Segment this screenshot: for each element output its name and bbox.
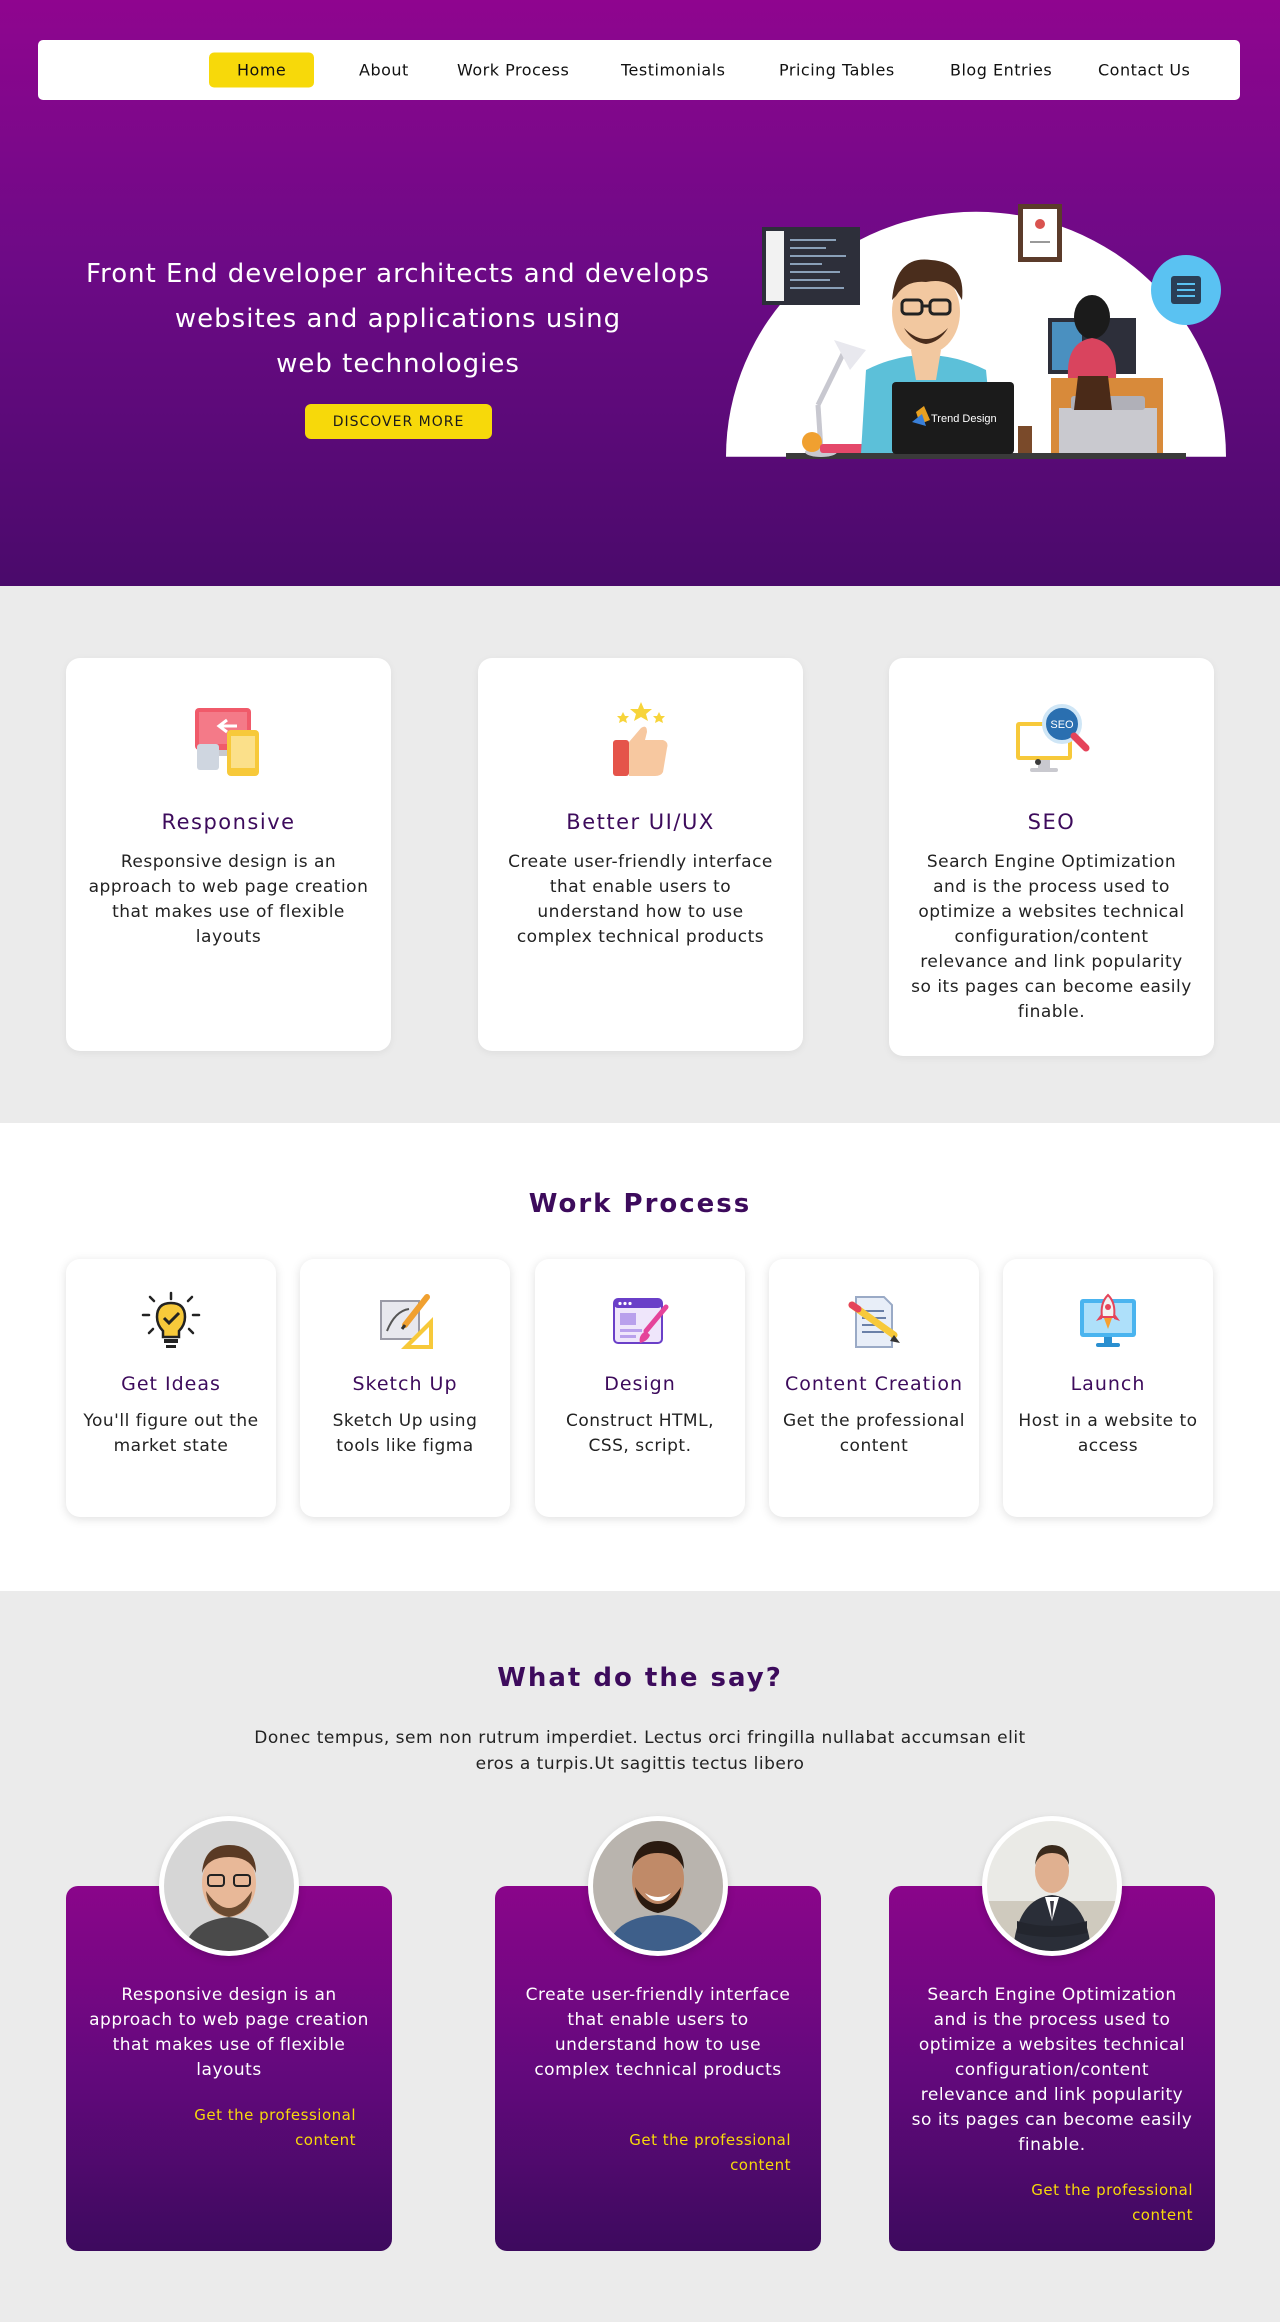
rocket-monitor-icon xyxy=(1080,1293,1136,1347)
feature-card-better-ui-ux: Better UI/UX Create user-friendly interf… xyxy=(478,658,803,1051)
testimonial-quote: Responsive design is an approach to web … xyxy=(89,1985,369,2080)
step-title: Design xyxy=(604,1373,676,1395)
lightbulb-icon xyxy=(141,1291,201,1348)
feature-card-seo: SEO SEO Search Engine Optimization and i… xyxy=(889,658,1214,1056)
hero-title: Front End developer architects and devel… xyxy=(58,252,738,387)
step-card-sketch-up: Sketch Up Sketch Up using tools like fig… xyxy=(300,1259,510,1517)
avatar-photo xyxy=(987,1821,1117,1951)
step-title: Launch xyxy=(1070,1373,1146,1395)
step-description: Get the professional content xyxy=(783,1411,966,1456)
nav-home[interactable]: Home xyxy=(209,52,315,88)
feature-description: Search Engine Optimization and is the pr… xyxy=(911,852,1192,1022)
developer-illustration: Trend Design xyxy=(726,204,1226,459)
step-description: Sketch Up using tools like figma xyxy=(332,1411,478,1456)
seo-monitor-icon: SEO xyxy=(1015,704,1089,772)
step-title: Sketch Up xyxy=(352,1373,458,1395)
hero-section: Home About Work Process Testimonials Pri… xyxy=(0,0,1280,586)
section-title-work-process: Work Process xyxy=(528,1189,752,1219)
step-card-launch: Launch Host in a website to access xyxy=(1003,1259,1213,1517)
step-description: Construct HTML, CSS, script. xyxy=(566,1411,714,1456)
navbar: Home About Work Process Testimonials Pri… xyxy=(38,40,1240,100)
sketch-ruler-icon xyxy=(380,1294,433,1349)
step-card-design: Design Construct HTML, CSS, script. xyxy=(535,1259,745,1517)
feature-description: Responsive design is an approach to web … xyxy=(88,852,369,947)
section-title-testimonials: What do the say? xyxy=(497,1663,783,1693)
testimonial-link[interactable]: Get the professional content xyxy=(156,2103,356,2153)
testimonials-section: What do the say? Donec tempus, sem non r… xyxy=(0,1591,1280,2322)
nav-pricing-tables[interactable]: Pricing Tables xyxy=(779,61,895,80)
avatar xyxy=(982,1816,1122,1956)
step-description: You'll figure out the market state xyxy=(83,1411,259,1456)
features-section: Responsive Responsive design is an appro… xyxy=(0,586,1280,1123)
step-card-content-creation: Content Creation Get the professional co… xyxy=(769,1259,979,1517)
feature-card-responsive: Responsive Responsive design is an appro… xyxy=(66,658,391,1051)
responsive-devices-icon xyxy=(194,708,259,776)
laptop-label: Trend Design xyxy=(931,413,997,425)
testimonial-quote: Search Engine Optimization and is the pr… xyxy=(911,1985,1193,2155)
discover-more-button[interactable]: DISCOVER MORE xyxy=(305,404,492,439)
step-card-get-ideas: Get Ideas You'll figure out the market s… xyxy=(66,1259,276,1517)
avatar xyxy=(588,1816,728,1956)
feature-title: Better UI/UX xyxy=(566,810,715,834)
nav-about[interactable]: About xyxy=(359,61,409,80)
nav-blog-entries[interactable]: Blog Entries xyxy=(950,61,1052,80)
design-brush-icon xyxy=(613,1298,669,1344)
nav-contact-us[interactable]: Contact Us xyxy=(1098,61,1190,80)
nav-testimonials[interactable]: Testimonials xyxy=(621,61,726,80)
document-pencil-icon xyxy=(848,1296,900,1348)
avatar xyxy=(159,1816,299,1956)
avatar-photo xyxy=(593,1821,723,1951)
testimonial-quote: Create user-friendly interface that enab… xyxy=(525,1985,791,2080)
hero-title-line: websites and applications using xyxy=(174,304,622,334)
work-process-section: Work Process Get Ideas You'll figure out… xyxy=(0,1123,1280,1591)
thumbs-up-stars-icon xyxy=(612,702,667,776)
step-description: Host in a website to access xyxy=(1018,1411,1198,1456)
step-title: Get Ideas xyxy=(121,1373,221,1395)
step-title: Content Creation xyxy=(785,1373,963,1395)
testimonial-link[interactable]: Get the professional content xyxy=(993,2178,1193,2228)
seo-badge-text: SEO xyxy=(1050,719,1074,731)
feature-description: Create user-friendly interface that enab… xyxy=(508,852,773,947)
hero-title-line: web technologies xyxy=(276,349,520,379)
testimonial-link[interactable]: Get the professional content xyxy=(591,2128,791,2178)
feature-title: SEO xyxy=(1027,810,1076,834)
avatar-photo xyxy=(164,1821,294,1951)
feature-title: Responsive xyxy=(161,810,296,834)
testimonials-subtitle: Donec tempus, sem non rutrum imperdiet. … xyxy=(254,1728,1026,1774)
hero-title-line: Front End developer architects and devel… xyxy=(86,259,710,289)
nav-work-process[interactable]: Work Process xyxy=(457,61,569,80)
